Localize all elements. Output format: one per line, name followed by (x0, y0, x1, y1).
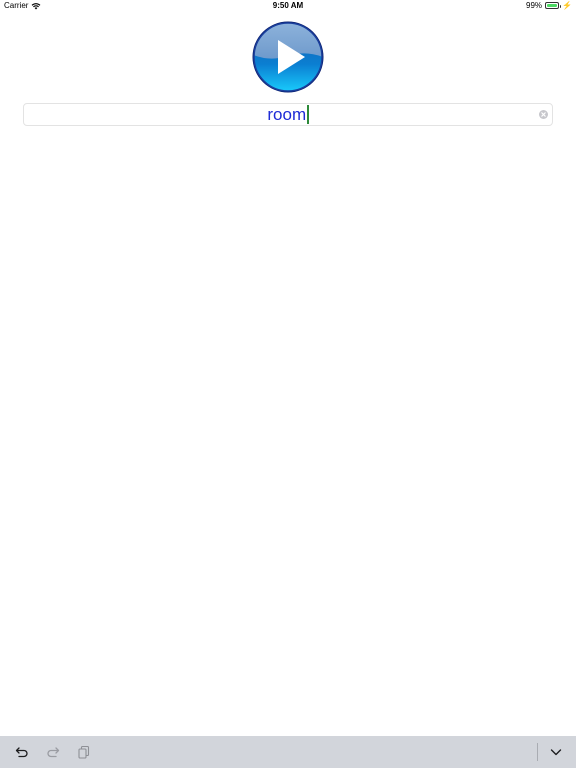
battery-fill (547, 4, 557, 7)
battery-percent: 99% (526, 1, 543, 10)
play-icon (252, 21, 324, 93)
redo-button[interactable] (45, 744, 61, 760)
search-input[interactable]: room (23, 103, 553, 126)
battery-icon (545, 2, 562, 9)
chevron-down-icon (550, 749, 562, 756)
play-button[interactable] (251, 20, 325, 94)
charging-icon: ⚡ (562, 0, 572, 10)
toolbar-divider (537, 743, 538, 761)
clear-icon[interactable] (539, 110, 548, 119)
dismiss-keyboard-button[interactable] (548, 744, 564, 760)
text-caret (307, 105, 309, 124)
search-value: room (267, 104, 307, 124)
search-value-wrap: room (24, 104, 552, 125)
status-time: 9:50 AM (272, 1, 304, 10)
keyboard-toolbar (0, 736, 576, 768)
status-bar: Carrier 9:50 AM 99% ⚡ (0, 0, 576, 12)
redo-icon (47, 747, 60, 758)
undo-icon (15, 747, 28, 758)
status-right: 99% ⚡ (526, 1, 572, 10)
battery-cap (559, 4, 562, 8)
undo-button[interactable] (14, 744, 30, 760)
paste-icon (78, 745, 90, 759)
paste-button[interactable] (76, 744, 92, 760)
